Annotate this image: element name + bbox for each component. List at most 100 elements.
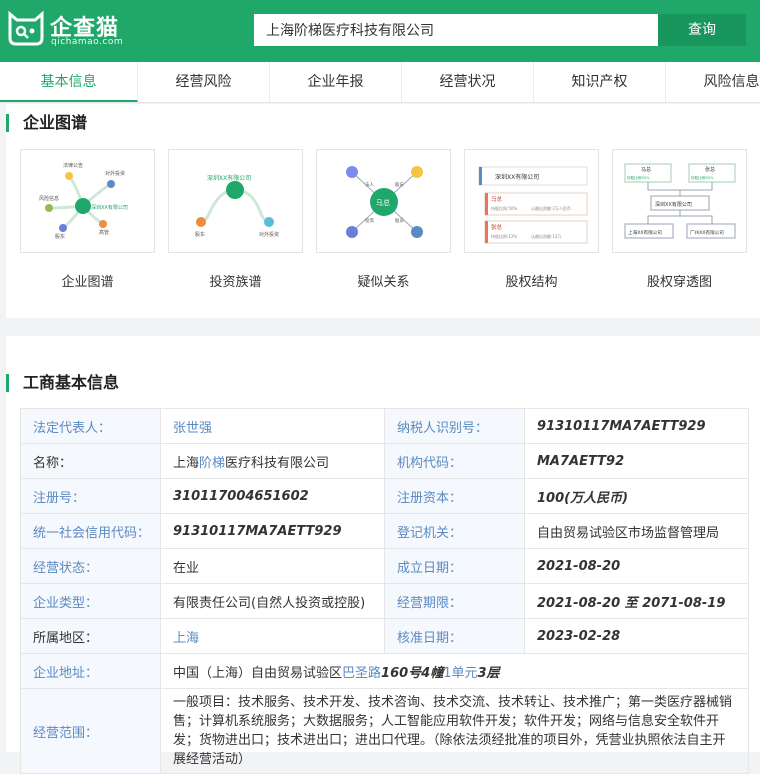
field-value: 91310117MA7AETT929 (160, 513, 385, 549)
top-bar: 企查猫 qichamao.com 查询 (0, 0, 760, 62)
svg-text:对外投资: 对外投资 (105, 170, 125, 177)
region-link[interactable]: 上海 (160, 618, 385, 654)
field-label: 企业地址： (20, 653, 161, 689)
address-part: 160号4幢 (381, 665, 444, 681)
field-label: 成立日期： (384, 548, 525, 584)
company-name-part: 上海 (173, 455, 200, 471)
nav-tabs: 基本信息 经营风险 企业年报 经营状况 知识产权 风险信息 (0, 62, 760, 103)
field-value: MA7AETT92 (524, 443, 749, 479)
field-value: 100(万人民币) (524, 478, 749, 514)
svg-text:高管: 高管 (99, 229, 109, 236)
field-label: 法定代表人： (20, 408, 161, 444)
equity-penetration-thumb: 马总 持股比例50% 张总 持股比例50% 深圳XX有限公司 上海XX有限公司 … (612, 149, 747, 253)
field-value: 91310117MA7AETT929 (524, 408, 749, 444)
address-part: 3层 (477, 665, 500, 681)
graph-card-suspected[interactable]: 马总 法人 股东 投资 股东 疑似关系 (316, 149, 451, 290)
field-label: 机构代码： (384, 443, 525, 479)
field-label: 经营状态： (20, 548, 161, 584)
field-label: 经营范围： (20, 688, 161, 774)
legal-representative-link[interactable]: 张世强 (160, 408, 385, 444)
company-name-highlight: 阶梯 (199, 455, 226, 471)
svg-text:投资: 投资 (365, 217, 374, 224)
table-row: 注册号： 310117004651602 注册资本： 100(万人民币) (20, 478, 749, 514)
field-label: 企业类型： (20, 583, 161, 619)
svg-text:广州XX有限公司: 广州XX有限公司 (690, 229, 724, 236)
table-row: 统一社会信用代码： 91310117MA7AETT929 登记机关： 自由贸易试… (20, 513, 749, 549)
field-value: 310117004651602 (160, 478, 385, 514)
tab-risk-info[interactable]: 风险信息 (666, 62, 760, 102)
svg-text:法人: 法人 (365, 181, 374, 188)
logo-subtitle: qichamao.com (51, 37, 124, 47)
svg-text:上海XX有限公司: 上海XX有限公司 (628, 229, 662, 236)
svg-text:风险信息: 风险信息 (39, 195, 59, 202)
svg-text:持股比例50%: 持股比例50% (691, 175, 714, 180)
svg-text:深圳XX有限公司: 深圳XX有限公司 (495, 173, 539, 181)
svg-text:张总: 张总 (491, 223, 503, 231)
field-value: 有限责任公司(自然人投资或控股) (160, 583, 385, 619)
svg-text:深圳XX有限公司: 深圳XX有限公司 (91, 204, 128, 211)
field-label: 核准日期： (384, 618, 525, 654)
graph-card-penetration[interactable]: 马总 持股比例50% 张总 持股比例50% 深圳XX有限公司 上海XX有限公司 … (612, 149, 747, 290)
svg-text:马总: 马总 (491, 195, 503, 203)
field-value: 在业 (160, 548, 385, 584)
field-value: 2021-08-20 (524, 548, 749, 584)
site-logo[interactable]: 企查猫 qichamao.com (6, 8, 126, 52)
graph-card-investment[interactable]: 深圳XX有限公司 股东 对外投资 投资族谱 (168, 149, 303, 290)
field-value: 2023-02-28 (524, 618, 749, 654)
equity-structure-thumb: 深圳XX有限公司 马总 持股比例:50% 认缴出资额:2万人民币 张总 持股比例… (464, 149, 599, 253)
graph-card-label: 疑似关系 (357, 275, 410, 290)
svg-text:马总: 马总 (641, 166, 651, 173)
svg-text:持股比例:50%: 持股比例:50% (491, 205, 517, 211)
tab-operating-status[interactable]: 经营状况 (402, 62, 534, 102)
svg-text:深圳XX有限公司: 深圳XX有限公司 (207, 174, 251, 182)
search-button[interactable]: 查询 (658, 14, 746, 46)
table-row: 企业类型： 有限责任公司(自然人投资或控股) 经营期限： 2021-08-20 … (20, 583, 749, 619)
svg-text:认缴出资额:2万人民币: 认缴出资额:2万人民币 (531, 205, 571, 211)
svg-text:对外投资: 对外投资 (259, 231, 279, 238)
field-value: 自由贸易试验区市场监督管理局 (524, 513, 749, 549)
svg-text:深圳XX有限公司: 深圳XX有限公司 (655, 201, 692, 208)
business-scope-value: 一般项目：技术服务、技术开发、技术咨询、技术交流、技术转让、技术推广；第一类医疗… (160, 688, 749, 774)
svg-text:股东: 股东 (395, 217, 404, 224)
field-label: 名称： (20, 443, 161, 479)
graph-card-label: 投资族谱 (209, 275, 262, 290)
address-value: 中国（上海）自由贸易试验区巴圣路160号4幢1单元3层 (160, 653, 749, 689)
company-name-part: 医疗科技有限公司 (225, 455, 330, 471)
company-name-value: 上海阶梯医疗科技有限公司 (160, 443, 385, 479)
table-row: 经营范围： 一般项目：技术服务、技术开发、技术咨询、技术交流、技术转让、技术推广… (20, 688, 749, 774)
search-input[interactable] (254, 14, 658, 46)
svg-text:股东: 股东 (195, 231, 205, 238)
table-row: 所属地区： 上海 核准日期： 2023-02-28 (20, 618, 749, 654)
table-row: 经营状态： 在业 成立日期： 2021-08-20 (20, 548, 749, 584)
field-label: 统一社会信用代码： (20, 513, 161, 549)
svg-text:马总: 马总 (376, 198, 390, 207)
tab-intellectual-property[interactable]: 知识产权 (534, 62, 666, 102)
graph-panel: 企业图谱 法律公告 对外投资 风险信息 股东 高管 深圳XX有限公司 企业图谱 … (6, 104, 760, 318)
field-label: 注册资本： (384, 478, 525, 514)
basic-info-section-title: 工商基本信息 (6, 374, 119, 392)
table-row: 企业地址： 中国（上海）自由贸易试验区巴圣路160号4幢1单元3层 (20, 653, 749, 689)
table-row: 名称： 上海阶梯医疗科技有限公司 机构代码： MA7AETT92 (20, 443, 749, 479)
tab-business-risk[interactable]: 经营风险 (138, 62, 270, 102)
address-highlight: 1单元 (443, 665, 478, 681)
graph-section-title: 企业图谱 (6, 114, 87, 132)
graph-card-enterprise[interactable]: 法律公告 对外投资 风险信息 股东 高管 深圳XX有限公司 企业图谱 (20, 149, 155, 290)
graph-card-equity[interactable]: 深圳XX有限公司 马总 持股比例:50% 认缴出资额:2万人民币 张总 持股比例… (464, 149, 599, 290)
field-label: 纳税人识别号： (384, 408, 525, 444)
tab-basic-info[interactable]: 基本信息 (0, 62, 138, 102)
field-label: 注册号： (20, 478, 161, 514)
tab-annual-report[interactable]: 企业年报 (270, 62, 402, 102)
address-highlight: 巴圣路 (342, 665, 382, 681)
svg-text:持股比例:12%: 持股比例:12% (491, 233, 517, 239)
address-part: 中国（上海）自由贸易试验区 (173, 665, 343, 681)
field-value: 2021-08-20 至 2071-08-19 (524, 583, 749, 619)
graph-card-label: 股权结构 (505, 275, 558, 290)
graph-card-label: 股权穿透图 (646, 275, 712, 290)
graph-card-list: 法律公告 对外投资 风险信息 股东 高管 深圳XX有限公司 企业图谱 深圳XX有… (20, 149, 760, 290)
svg-text:股东: 股东 (395, 181, 404, 188)
svg-text:股东: 股东 (55, 233, 65, 240)
basic-info-table: 法定代表人： 张世强 纳税人识别号： 91310117MA7AETT929 名称… (20, 408, 749, 774)
cat-logo-icon (8, 10, 44, 46)
field-label: 经营期限： (384, 583, 525, 619)
field-label: 登记机关： (384, 513, 525, 549)
